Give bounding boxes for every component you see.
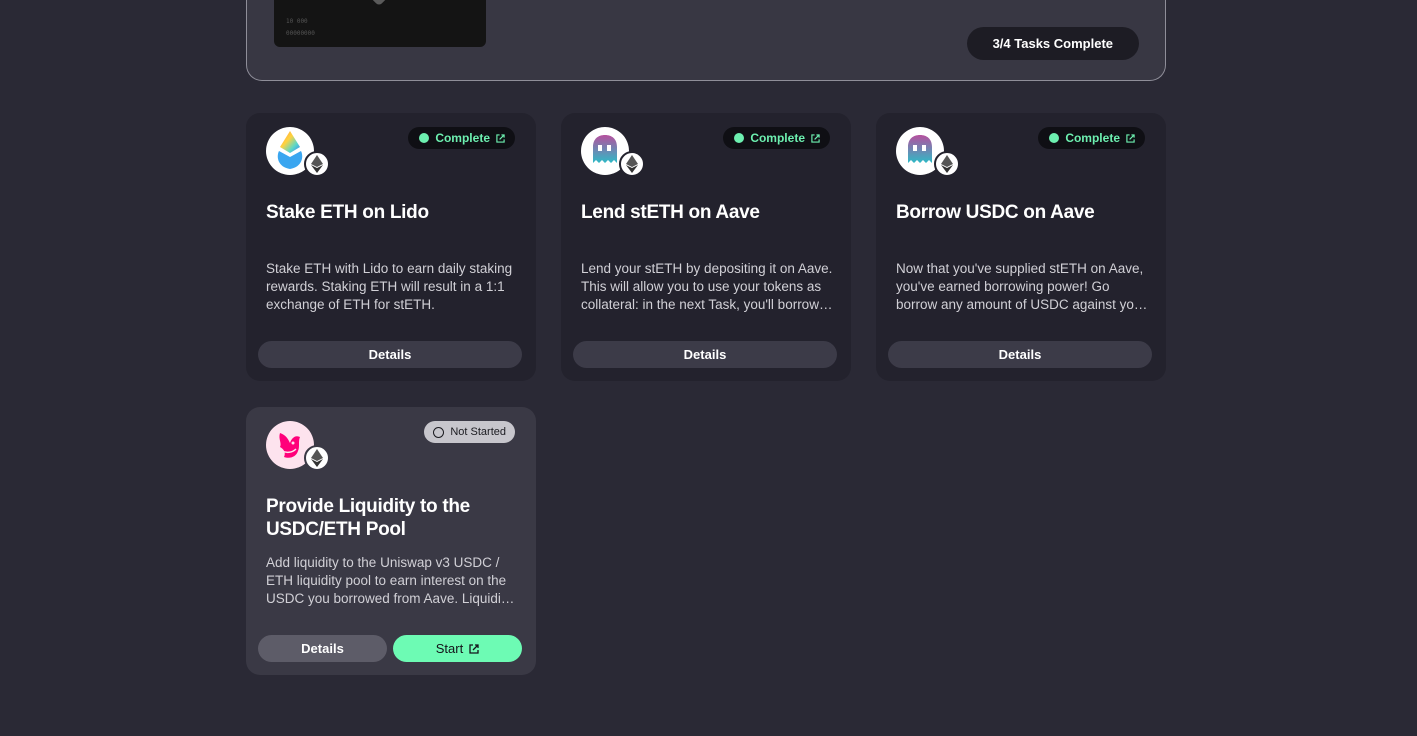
task-title: Borrow USDC on Aave xyxy=(896,202,1095,223)
ethereum-icon xyxy=(304,445,330,471)
tasks-progress-badge: 3/4 Tasks Complete xyxy=(966,27,1139,60)
status-badge: Not Started xyxy=(424,421,515,443)
details-button[interactable]: Details xyxy=(258,341,522,368)
task-title: Provide Liquidity to the USDC/ETH Pool xyxy=(266,496,470,540)
external-link-icon xyxy=(496,133,505,143)
status-label: Not Started xyxy=(450,426,506,438)
task-card-lend-steth: Complete Lend stETH on Aave Lend your st… xyxy=(561,113,851,381)
tasks-page: 10 000 00000000 3/4 Tasks Complete Compl… xyxy=(0,0,1417,736)
ethereum-icon xyxy=(934,151,960,177)
details-button[interactable]: Details xyxy=(258,635,387,662)
complete-dot-icon xyxy=(1049,133,1060,143)
task-card-provide-liquidity: Not Started Provide Liquidity to the USD… xyxy=(246,407,536,675)
status-label: Complete xyxy=(750,131,805,145)
start-button[interactable]: Start xyxy=(393,635,522,662)
task-title: Stake ETH on Lido xyxy=(266,202,429,223)
task-card-stake-eth: Complete Stake ETH on Lido Stake ETH wit… xyxy=(246,113,536,381)
artwork-shape xyxy=(357,0,401,7)
external-link-icon xyxy=(469,643,479,654)
task-description: Lend your stETH by depositing it on Aave… xyxy=(581,261,833,312)
start-label: Start xyxy=(435,641,464,656)
details-button[interactable]: Details xyxy=(573,341,837,368)
artwork-text: 10 000 xyxy=(286,18,308,25)
details-button[interactable]: Details xyxy=(888,341,1152,368)
task-card-borrow-usdc: Complete Borrow USDC on Aave Now that yo… xyxy=(876,113,1166,381)
task-description: Stake ETH with Lido to earn daily stakin… xyxy=(266,261,513,312)
status-label: Complete xyxy=(1065,131,1120,145)
quest-artwork: 10 000 00000000 xyxy=(274,0,486,47)
task-title: Lend stETH on Aave xyxy=(581,202,760,223)
task-description: Add liquidity to the Uniswap v3 USDC / E… xyxy=(266,555,512,606)
ethereum-icon xyxy=(304,151,330,177)
external-link-icon xyxy=(1126,133,1135,143)
quest-banner: 10 000 00000000 3/4 Tasks Complete xyxy=(246,0,1166,81)
status-badge[interactable]: Complete xyxy=(408,127,515,149)
ethereum-icon xyxy=(619,151,645,177)
complete-dot-icon xyxy=(734,133,745,143)
task-description: Now that you've supplied stETH on Aave, … xyxy=(896,261,1146,312)
status-label: Complete xyxy=(435,131,490,145)
external-link-icon xyxy=(811,133,820,143)
not-started-circle-icon xyxy=(433,426,445,438)
complete-dot-icon xyxy=(419,133,430,143)
status-badge[interactable]: Complete xyxy=(1038,127,1145,149)
artwork-text: 00000000 xyxy=(286,30,315,37)
status-badge[interactable]: Complete xyxy=(723,127,830,149)
